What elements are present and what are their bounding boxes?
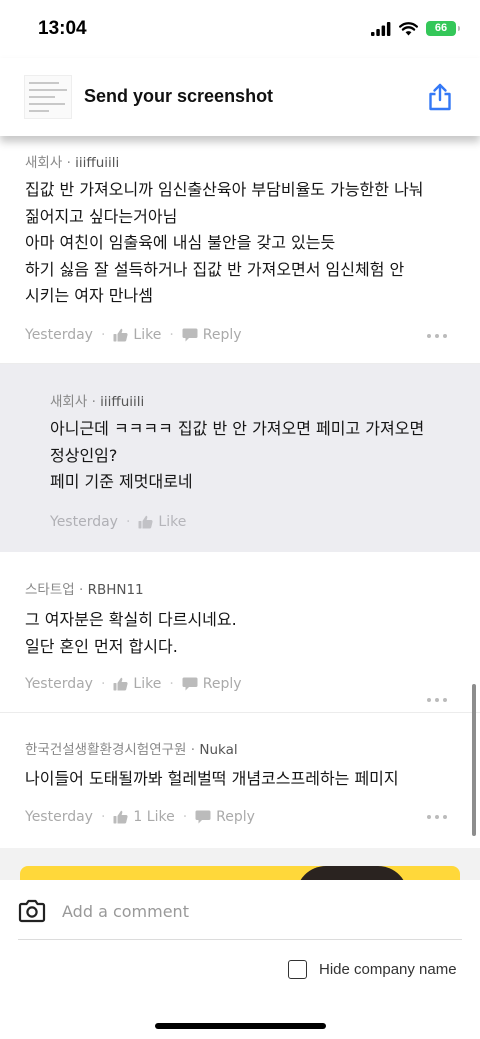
meta-separator: · [190, 742, 196, 758]
reply-label: Reply [202, 676, 242, 692]
comment-meta: 스타트업 · RBHN11 [25, 578, 144, 598]
thumbs-up-icon [138, 515, 153, 529]
comment-item: 한국건설생활환경시험연구원 · Nukal 나이들어 도태될까봐 헐레벌떡 개념… [0, 713, 480, 848]
like-button[interactable]: Like [138, 514, 186, 530]
comment-actions: Yesterday · Like · Reply [25, 327, 242, 343]
thumbs-up-icon [113, 677, 128, 691]
comment-body: 나이들어 도태될까봐 헐레벌떡 개념코스프레하는 페미지 [25, 769, 399, 788]
hide-company-label[interactable]: Hide company name [319, 961, 457, 978]
comment-actions: Yesterday · Like · Reply [25, 676, 242, 692]
like-button[interactable]: Like [113, 327, 161, 343]
like-label: Like [133, 676, 162, 692]
comment-body: 집값 반 가져오니까 임신출산육아 부담비율도 가능한한 나눠 짊어지고 싶다는… [25, 180, 424, 305]
reply-button[interactable]: Reply [182, 676, 242, 692]
comment-meta: 한국건설생활환경시험연구원 · Nukal [25, 738, 238, 758]
thumbs-up-icon [113, 810, 128, 824]
reply-label: Reply [202, 327, 242, 343]
reply-label: Reply [216, 809, 255, 825]
company-name: 한국건설생활환경시험연구원 [25, 742, 187, 758]
comment-actions: Yesterday · Like [50, 514, 187, 530]
divider [18, 939, 462, 940]
comment-actions: Yesterday · 1 Like · Reply [25, 809, 255, 825]
meta-separator: · [78, 582, 84, 598]
hide-company-checkbox[interactable] [288, 960, 307, 979]
wifi-icon [399, 21, 418, 35]
comment-meta: 새회사 · iiiffuiili [25, 151, 119, 171]
more-options-icon[interactable] [427, 698, 447, 702]
more-options-icon[interactable] [427, 815, 447, 819]
meta-separator: · [91, 394, 96, 410]
like-button[interactable]: Like [113, 676, 161, 692]
camera-icon[interactable] [18, 899, 46, 923]
screenshot-banner[interactable]: Send your screenshot [0, 58, 480, 136]
screenshot-thumbnail[interactable] [24, 75, 72, 119]
signal-icon [371, 21, 391, 36]
comment-time: Yesterday [25, 676, 93, 692]
comment-time: Yesterday [25, 809, 93, 825]
reply-button[interactable]: Reply [195, 809, 255, 825]
banner-title: Send your screenshot [84, 86, 274, 106]
like-label: Like [158, 514, 187, 530]
thumbs-up-icon [113, 328, 128, 342]
status-time: 13:04 [38, 18, 87, 39]
author-name[interactable]: iiiffuiili [75, 155, 119, 171]
comment-time: Yesterday [25, 327, 93, 343]
comment-item: 새회사 · iiiffuiili 집값 반 가져오니까 임신출산육아 부담비율도… [0, 136, 480, 364]
more-options-icon[interactable] [427, 334, 447, 338]
like-button[interactable]: 1 Like [113, 809, 175, 825]
speech-bubble-icon [195, 810, 211, 824]
ad-banner[interactable] [0, 848, 480, 880]
author-name[interactable]: iiiffuiili [100, 394, 144, 410]
company-name: 새회사 [50, 394, 88, 410]
scrollbar-thumb[interactable] [472, 684, 476, 836]
comment-feed[interactable]: 새회사 · iiiffuiili 집값 반 가져오니까 임신출산육아 부담비율도… [0, 136, 480, 848]
comment-body: 그 여자분은 확실히 다르시네요. 일단 혼인 먼저 합시다. [25, 610, 237, 656]
reply-button[interactable]: Reply [182, 327, 242, 343]
company-name: 새회사 [25, 155, 63, 171]
home-indicator [155, 1023, 326, 1029]
ad-image [296, 866, 408, 880]
comment-item: 스타트업 · RBHN11 그 여자분은 확실히 다르시네요. 일단 혼인 먼저… [0, 552, 480, 713]
comment-input[interactable] [62, 897, 442, 925]
battery-icon: 66 [426, 21, 460, 36]
comment-time: Yesterday [50, 514, 118, 530]
speech-bubble-icon [182, 328, 198, 342]
comment-composer: Hide company name [0, 880, 480, 1039]
share-icon[interactable] [426, 82, 454, 112]
reply-item: 새회사 · iiiffuiili 아니근데 ㅋㅋㅋㅋ 집값 반 안 가져오면 페… [0, 364, 480, 552]
author-name[interactable]: Nukal [199, 742, 237, 758]
status-icons: 66 [371, 21, 460, 36]
comment-meta: 새회사 · iiiffuiili [50, 390, 144, 410]
like-label: 1 Like [133, 809, 175, 825]
status-bar: 13:04 66 [0, 0, 480, 58]
company-name: 스타트업 [25, 582, 75, 598]
like-label: Like [133, 327, 162, 343]
speech-bubble-icon [182, 677, 198, 691]
comment-body: 아니근데 ㅋㅋㅋㅋ 집값 반 안 가져오면 페미고 가져오면 정상인임? 페미 … [50, 419, 425, 491]
meta-separator: · [66, 155, 71, 171]
author-name[interactable]: RBHN11 [88, 582, 144, 598]
